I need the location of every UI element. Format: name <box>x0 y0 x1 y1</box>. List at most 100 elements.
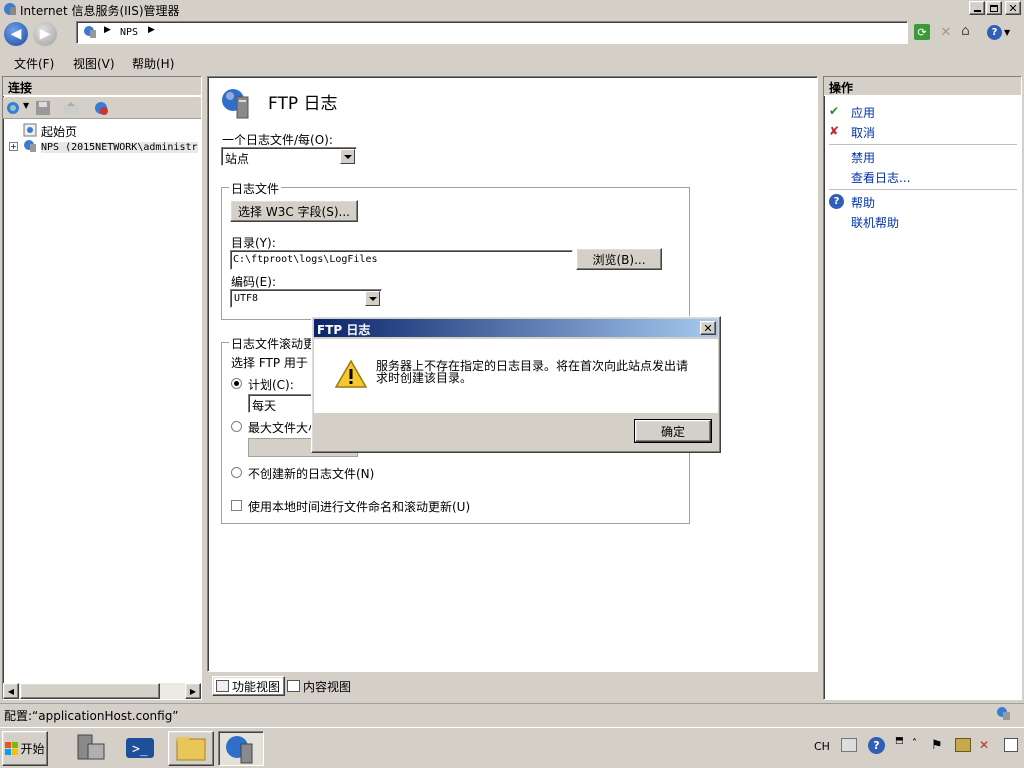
page-title: FTP 日志 <box>268 94 338 114</box>
address-bar[interactable]: ▶ NPS ▶ <box>76 21 908 44</box>
tree-item-label: NPS (2015NETWORK\administr <box>41 141 198 153</box>
action-online-help[interactable]: 联机帮助 <box>851 214 899 231</box>
tab-content-view[interactable]: 内容视图 <box>287 676 357 696</box>
status-text: 配置:“applicationHost.config” <box>4 709 179 723</box>
up-folder-icon[interactable] <box>63 100 79 119</box>
expand-icon[interactable]: + <box>9 142 18 151</box>
scroll-right-icon[interactable]: ▶ <box>185 683 201 699</box>
view-tabs: 功能视图 内容视图 <box>207 675 818 697</box>
content-view-icon <box>287 680 300 692</box>
help-icon: ? <box>829 194 844 209</box>
breadcrumb-separator-icon: ▶ <box>104 25 111 35</box>
scroll-thumb[interactable] <box>20 683 160 699</box>
forward-button[interactable]: ▶ <box>33 22 57 46</box>
save-icon[interactable] <box>35 100 51 119</box>
warning-icon <box>334 359 368 392</box>
browse-button[interactable]: 浏览(B)... <box>576 248 662 270</box>
horizontal-scrollbar[interactable]: ◀ ▶ <box>3 683 201 699</box>
connect-icon[interactable] <box>6 100 22 119</box>
schedule-value: 每天 <box>252 399 277 413</box>
dialog-close-button[interactable]: ✕ <box>700 321 716 335</box>
breadcrumb-nps[interactable]: NPS <box>120 27 138 38</box>
iis-manager-task-icon[interactable] <box>218 731 264 766</box>
action-cancel[interactable]: 取消 <box>851 124 875 141</box>
home-icon[interactable]: ⌂ <box>961 23 977 39</box>
back-arrow-icon: ◀ <box>10 26 22 42</box>
menu-view[interactable]: 视图(V) <box>73 55 115 72</box>
title-bar: Internet 信息服务(IIS)管理器 ✕ <box>0 0 1024 18</box>
rollover-group-title: 日志文件滚动更 <box>229 335 318 352</box>
one-log-select[interactable]: 站点 <box>221 147 357 166</box>
actions-panel: 操作 ✔ 应用 ✘ 取消 禁用 查看日志... ? 帮助 联机帮助 <box>823 76 1022 700</box>
back-button[interactable]: ◀ <box>4 22 28 46</box>
scroll-left-icon[interactable]: ◀ <box>3 683 19 699</box>
maxsize-label[interactable]: 最大文件大小 <box>248 419 320 436</box>
breadcrumb-chevron-icon[interactable]: ▶ <box>148 25 155 35</box>
taskbar: 开始 >_ CH ? ⬒ ˄ ⚑ ✕ <box>0 727 1024 768</box>
dialog-ok-button[interactable]: 确定 <box>634 419 712 443</box>
restore-button[interactable] <box>986 1 1002 15</box>
network-tray-icon[interactable] <box>955 738 971 752</box>
connections-header: 连接 <box>3 77 201 96</box>
action-apply[interactable]: 应用 <box>851 104 875 121</box>
language-indicator[interactable]: CH <box>814 740 830 753</box>
tree-item[interactable]: 起始页 <box>23 123 77 139</box>
start-button[interactable]: 开始 <box>2 731 48 766</box>
dialog-body: 服务器上不存在指定的日志目录。将在首次向此站点发出请求时创建该目录。 <box>314 339 718 413</box>
refresh-icon[interactable]: ⟳ <box>914 24 930 40</box>
tree-item[interactable]: NPS (2015NETWORK\administr <box>23 139 198 155</box>
window-title: Internet 信息服务(IIS)管理器 <box>20 4 180 18</box>
ftp-log-dialog: FTP 日志 ✕ 服务器上不存在指定的日志目录。将在首次向此站点发出请求时创建该… <box>311 316 721 453</box>
logfile-group: 日志文件 选择 W3C 字段(S)... 目录(Y): C:\ftproot\l… <box>221 180 690 320</box>
powershell-icon[interactable]: >_ <box>124 734 156 762</box>
schedule-label[interactable]: 计划(C): <box>248 376 294 393</box>
schedule-radio[interactable] <box>231 378 242 389</box>
one-log-value: 站点 <box>225 152 250 166</box>
dialog-title-bar: FTP 日志 ✕ <box>314 319 718 337</box>
help-dropdown-icon[interactable]: ? ▼ <box>987 24 1013 40</box>
stop-icon[interactable]: ✕ <box>938 24 954 40</box>
show-desktop-icon[interactable] <box>1004 738 1018 752</box>
status-bar: 配置:“applicationHost.config” <box>0 703 1024 725</box>
encoding-select[interactable]: UTF8 <box>230 289 382 308</box>
menu-help[interactable]: 帮助(H) <box>132 55 174 72</box>
connections-panel: 连接 ▼ 起始页 + NPS (2015NETWORK\administr ◀ … <box>2 76 202 700</box>
chevron-down-icon <box>340 149 355 164</box>
select-w3c-button[interactable]: 选择 W3C 字段(S)... <box>230 200 358 222</box>
no-new-log-radio[interactable] <box>231 467 242 478</box>
help-tray-icon[interactable]: ? <box>868 737 885 754</box>
start-page-icon <box>23 123 37 140</box>
tab-features-view[interactable]: 功能视图 <box>212 676 285 696</box>
network-status-icon <box>996 706 1012 725</box>
maxsize-radio[interactable] <box>231 421 242 432</box>
features-view-icon <box>216 680 229 692</box>
windows-logo-icon <box>5 742 19 755</box>
tree-item-label: 起始页 <box>41 124 78 139</box>
tab-features-label: 功能视图 <box>232 679 281 694</box>
no-new-log-label[interactable]: 不创建新的日志文件(N) <box>248 465 374 482</box>
encoding-value: UTF8 <box>234 293 259 304</box>
action-view-logs[interactable]: 查看日志... <box>851 169 910 186</box>
actions-header: 操作 <box>824 77 1021 96</box>
explorer-icon[interactable] <box>168 731 214 766</box>
dropdown-arrow-icon[interactable]: ▼ <box>23 101 29 110</box>
server-manager-icon[interactable] <box>74 732 108 764</box>
directory-input[interactable]: C:\ftproot\logs\LogFiles <box>230 250 573 270</box>
show-hidden-icons-icon[interactable]: ˄ <box>912 738 917 749</box>
action-center-flag-icon[interactable]: ⚑ <box>931 738 943 753</box>
minimize-button[interactable] <box>969 1 985 15</box>
keyboard-icon[interactable] <box>841 738 857 752</box>
directory-value: C:\ftproot\logs\LogFiles <box>233 254 378 265</box>
close-button[interactable]: ✕ <box>1005 1 1021 15</box>
forward-arrow-icon: ▶ <box>39 26 51 42</box>
volume-muted-icon[interactable]: ✕ <box>979 738 995 754</box>
disconnect-icon[interactable] <box>93 100 109 119</box>
tray-options-icon[interactable]: ⬒ <box>895 736 904 746</box>
local-time-label[interactable]: 使用本地时间进行文件命名和滚动更新(U) <box>248 498 470 515</box>
menu-file[interactable]: 文件(F) <box>14 55 54 72</box>
chevron-down-icon <box>365 291 380 306</box>
local-time-checkbox[interactable] <box>231 500 242 511</box>
action-disable[interactable]: 禁用 <box>851 149 875 166</box>
actions-divider <box>829 189 1017 190</box>
action-help[interactable]: 帮助 <box>851 194 875 211</box>
